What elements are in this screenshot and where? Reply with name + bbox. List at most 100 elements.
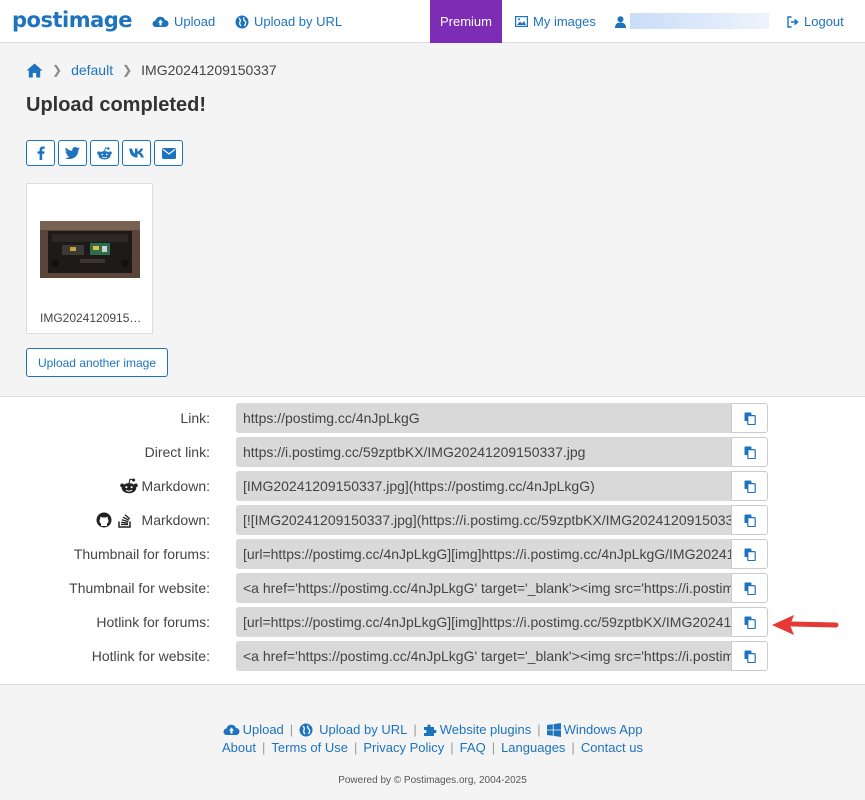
home-icon[interactable] [26,63,43,78]
nav-upload[interactable]: Upload [152,0,215,43]
link-label: Link: [180,410,210,426]
copy-button[interactable] [731,505,768,535]
copy-icon [744,480,756,493]
breadcrumb: ❯ default ❯ IMG20241209150337 [26,60,277,80]
copyright-text: Powered by © Postimages.org, 2004-2025 [338,775,527,786]
footer-windows-app-link[interactable]: Windows App [564,722,643,737]
chevron-right-icon: ❯ [122,63,133,77]
share-buttons [26,140,183,166]
share-vk-button[interactable] [122,140,151,166]
copy-icon [744,582,756,595]
nav-logout[interactable]: Logout [787,0,844,43]
direct-link-label: Direct link: [144,444,210,460]
cloud-upload-icon [223,724,240,736]
cloud-upload-icon [152,16,169,28]
logo[interactable]: postimage [12,8,133,32]
vk-icon [128,148,144,158]
twitter-icon [65,147,80,159]
divider: | [262,740,266,755]
image-caption[interactable]: IMG20241209150337 [40,311,145,325]
github-icon [96,512,112,528]
github-markdown-label-text: Markdown: [141,512,210,528]
copy-button[interactable] [731,573,768,603]
share-email-button[interactable] [154,140,183,166]
reddit-markdown-row: Markdown: [IMG20241209150337.jpg](https:… [0,471,865,501]
footer-primary-links: Upload | Upload by URL | Website plugins… [0,722,865,737]
thumbnail-forums-field[interactable]: [url=https://postimg.cc/4nJpLkgG][img]ht… [236,539,731,569]
share-facebook-button[interactable] [26,140,55,166]
reddit-markdown-label-text: Markdown: [141,478,210,494]
upload-another-button[interactable]: Upload another image [26,348,168,377]
footer-privacy-link[interactable]: Privacy Policy [363,740,444,755]
copy-button[interactable] [731,607,768,637]
copy-button[interactable] [731,641,768,671]
direct-link-field[interactable]: https://i.postimg.cc/59zptbKX/IMG2024120… [236,437,731,467]
nav-upload-by-url-label: Upload by URL [254,14,343,29]
image-thumbnail[interactable] [40,221,140,278]
thumbnail-website-label: Thumbnail for website: [69,580,210,596]
stackoverflow-icon [117,514,131,528]
chevron-right-icon: ❯ [52,63,63,77]
copy-button[interactable] [731,403,768,433]
globe-icon [235,15,249,28]
reddit-markdown-label: Markdown: [119,471,210,501]
footer-contact-link[interactable]: Contact us [581,740,643,755]
share-reddit-button[interactable] [90,140,119,166]
footer-about-link[interactable]: About [222,740,256,755]
hotlink-forums-row: Hotlink for forums: [url=https://postimg… [0,607,865,637]
top-nav: postimage Upload Upload by URL Premium M… [0,0,865,43]
premium-button[interactable]: Premium [430,0,502,43]
github-markdown-field[interactable]: [![IMG20241209150337.jpg](https://i.post… [236,505,731,535]
copy-icon [744,650,756,663]
copy-button[interactable] [731,471,768,501]
hotlink-website-label: Hotlink for website: [91,648,210,664]
photo-thumbnail [40,221,140,278]
windows-icon [546,722,561,737]
thumbnail-website-row: Thumbnail for website: <a href='https://… [0,573,865,603]
footer-website-plugins-link[interactable]: Website plugins [440,722,532,737]
copy-button[interactable] [731,539,768,569]
divider: | [289,722,294,737]
reddit-icon [119,478,138,494]
footer-upload-link[interactable]: Upload [243,722,284,737]
thumbnail-forums-label: Thumbnail for forums: [73,546,210,562]
footer-languages-link[interactable]: Languages [501,740,565,755]
red-arrow-annotation [772,615,839,635]
globe-icon [299,723,313,736]
copy-icon [744,548,756,561]
hotlink-website-field[interactable]: <a href='https://postimg.cc/4nJpLkgG' ta… [236,641,731,671]
hotlink-forums-field[interactable]: [url=https://postimg.cc/4nJpLkgG][img]ht… [236,607,731,637]
user-icon [615,15,626,28]
puzzle-icon [423,724,437,736]
nav-my-images-label: My images [533,14,596,29]
image-icon [515,16,528,27]
nav-upload-by-url[interactable]: Upload by URL [235,0,342,43]
share-twitter-button[interactable] [58,140,87,166]
nav-logout-label: Logout [804,14,844,29]
footer-faq-link[interactable]: FAQ [460,740,486,755]
nav-user[interactable] [615,0,631,43]
logout-icon [787,15,799,28]
username-redacted [630,13,769,29]
image-card[interactable]: IMG20241209150337 [26,183,153,334]
copy-icon [744,616,756,629]
page-title: Upload completed! [26,94,207,116]
divider: | [491,740,496,755]
divider: | [413,722,417,737]
thumbnail-website-field[interactable]: <a href='https://postimg.cc/4nJpLkgG' ta… [236,573,731,603]
thumbnail-forums-row: Thumbnail for forums: [url=https://posti… [0,539,865,569]
facebook-icon [37,146,45,160]
reddit-markdown-field[interactable]: [IMG20241209150337.jpg](https://postimg.… [236,471,731,501]
reddit-icon [97,146,112,159]
footer-upload-by-url-link[interactable]: Upload by URL [319,722,407,737]
divider: | [571,740,575,755]
nav-upload-label: Upload [174,14,216,29]
link-row: Link: https://postimg.cc/4nJpLkgG [0,403,865,433]
copy-button[interactable] [731,437,768,467]
copy-icon [744,446,756,459]
footer-terms-link[interactable]: Terms of Use [271,740,348,755]
nav-my-images[interactable]: My images [515,0,596,43]
github-markdown-label: Markdown: [96,505,210,535]
breadcrumb-folder[interactable]: default [71,62,113,78]
link-field[interactable]: https://postimg.cc/4nJpLkgG [236,403,731,433]
